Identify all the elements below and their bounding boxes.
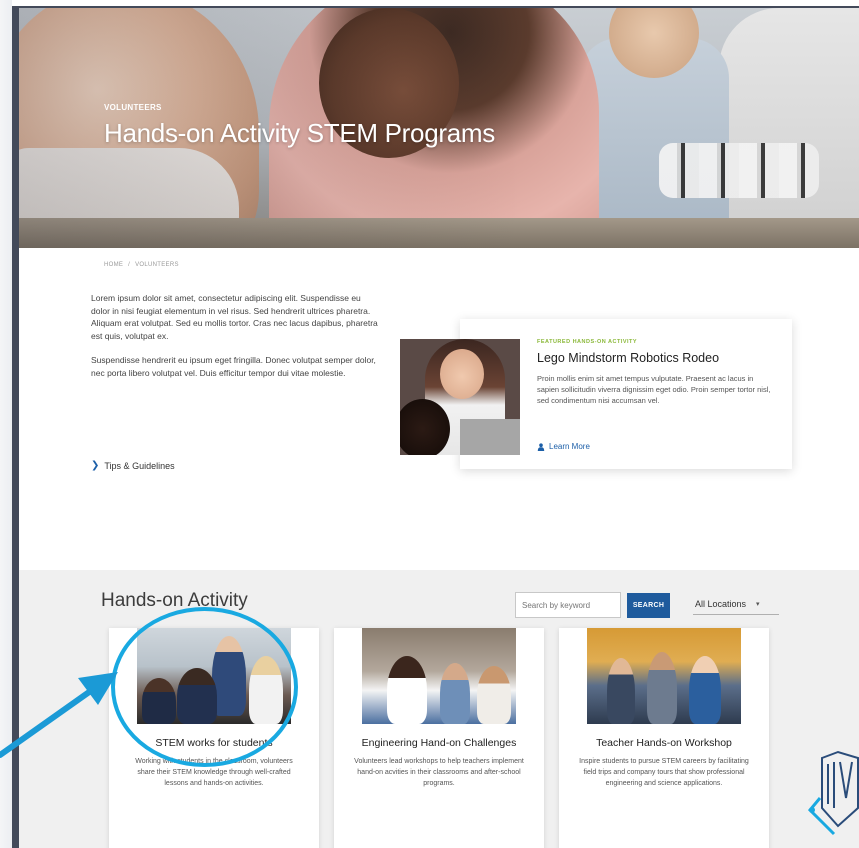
pointer-arrow-icon (0, 672, 118, 758)
featured-description: Proin mollis enim sit amet tempus vulput… (537, 374, 771, 405)
breadcrumb-separator: / (128, 262, 131, 268)
location-selected: All Locations (695, 598, 747, 609)
photo-figure (689, 656, 721, 724)
breadcrumb: HOME / VOLUNTEERS (104, 262, 182, 268)
featured-photo-part (440, 349, 484, 399)
photo-figure (477, 666, 511, 724)
breadcrumb-home[interactable]: HOME (104, 262, 123, 268)
featured-activity-image[interactable] (400, 339, 520, 455)
hero-title: Hands-on Activity STEM Programs (104, 118, 495, 148)
activity-card[interactable]: Teacher Hands-on Workshop Inspire studen… (559, 628, 769, 848)
card-title[interactable]: Engineering Hand-on Challenges (334, 737, 544, 749)
card-image[interactable] (362, 628, 516, 724)
featured-activity-card: FEATURED HANDS-ON ACTIVITY Lego Mindstor… (400, 319, 792, 469)
learn-more-link[interactable]: Learn More (537, 442, 590, 451)
person-icon (537, 442, 545, 451)
brand-logo-icon (807, 750, 859, 836)
photo-figure (647, 652, 677, 724)
caret-down-icon: ▾ (756, 600, 760, 608)
hero-eyebrow: VOLUNTEERS (104, 103, 162, 112)
card-description: Volunteers lead workshops to help teache… (354, 758, 524, 787)
intro-paragraph-2: Suspendisse hendrerit eu ipsum eget frin… (91, 355, 376, 378)
search-input[interactable] (515, 592, 621, 618)
tips-guidelines-label: Tips & Guidelines (104, 460, 175, 471)
chevron-right-icon: ❯ (91, 460, 100, 471)
hero-banner: VOLUNTEERS Hands-on Activity STEM Progra… (19, 8, 859, 248)
photo-figure (440, 663, 470, 724)
card-title[interactable]: Teacher Hands-on Workshop (559, 737, 769, 749)
intro-paragraph-1: Lorem ipsum dolor sit amet, consectetur … (91, 293, 378, 341)
featured-title[interactable]: Lego Mindstorm Robotics Rodeo (537, 351, 719, 365)
featured-eyebrow: FEATURED HANDS-ON ACTIVITY (537, 339, 638, 345)
photo-figure (387, 656, 427, 724)
highlight-circle-annotation (111, 607, 298, 767)
featured-photo-part (460, 419, 520, 455)
location-dropdown[interactable]: All Locations ▾ (693, 593, 779, 615)
intro-text: Lorem ipsum dolor sit amet, consectetur … (91, 292, 381, 391)
breadcrumb-current: VOLUNTEERS (135, 262, 179, 268)
card-image[interactable] (587, 628, 741, 724)
card-description: Inspire students to pursue STEM careers … (579, 758, 749, 787)
tips-guidelines-link[interactable]: ❯ Tips & Guidelines (91, 460, 175, 471)
activity-card[interactable]: Engineering Hand-on Challenges Volunteer… (334, 628, 544, 848)
photo-figure (607, 658, 635, 724)
search-button[interactable]: SEARCH (627, 593, 670, 618)
learn-more-label: Learn More (549, 442, 590, 451)
